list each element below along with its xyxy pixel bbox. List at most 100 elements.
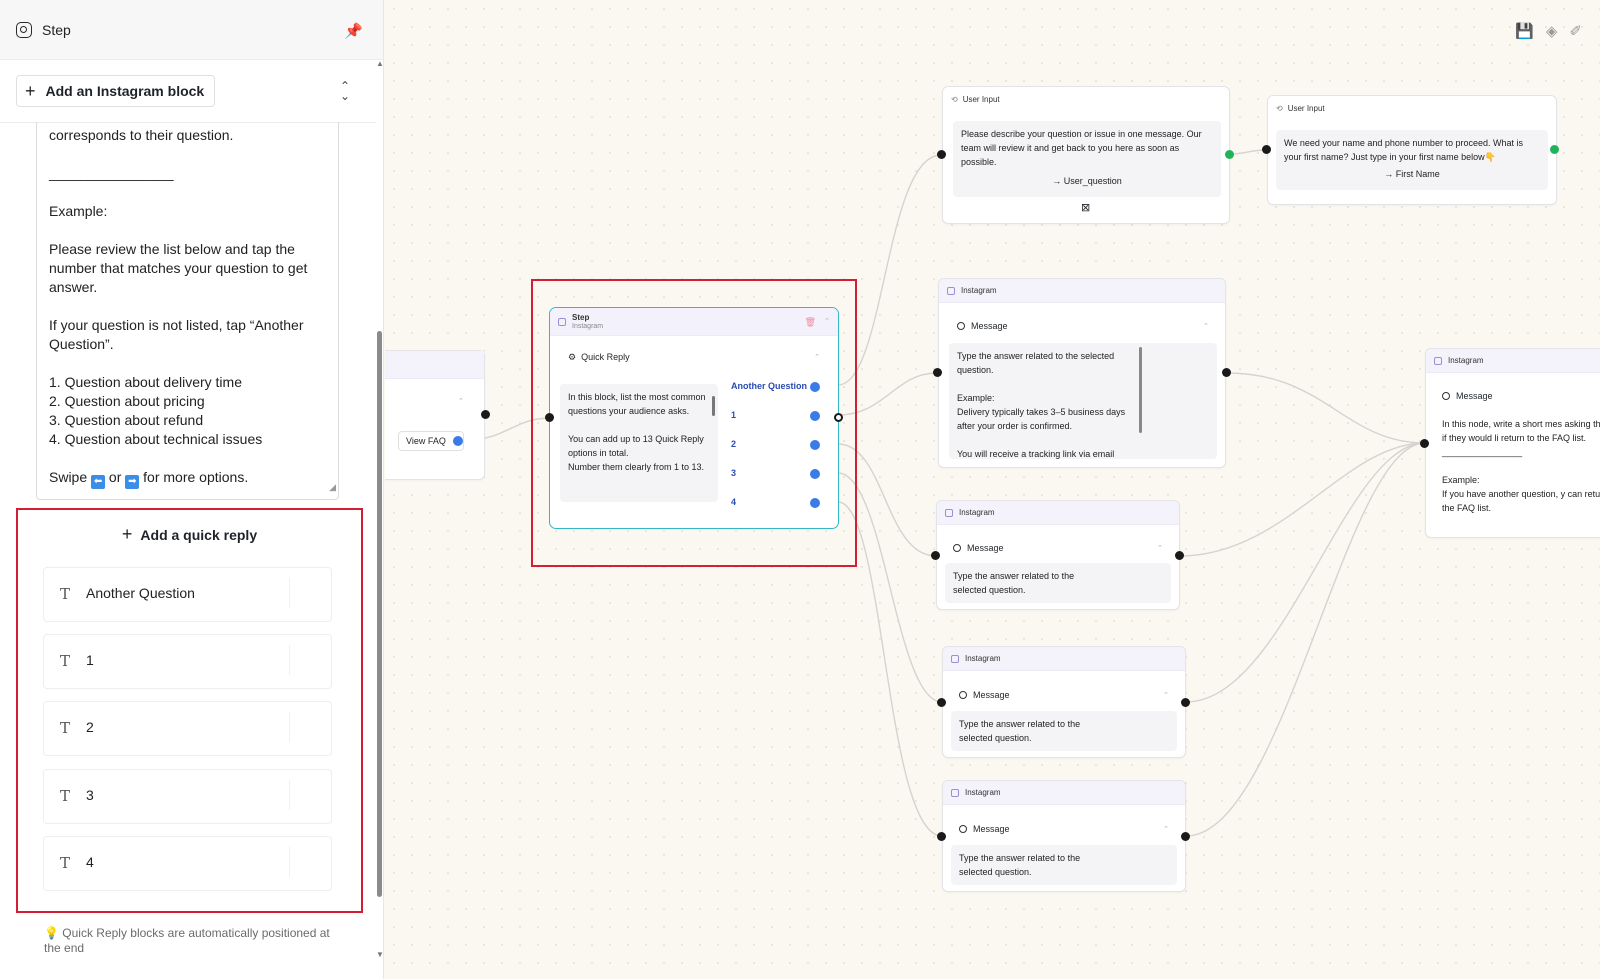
quick-reply-row[interactable]: ⚙ Quick Reply ⌃ (560, 346, 828, 368)
input-connector[interactable] (1420, 439, 1429, 448)
chevron-updown-icon[interactable]: ⌃ (824, 317, 830, 325)
user-input-node[interactable]: ⟲ User Input We need your name and phone… (1267, 95, 1557, 205)
input-connector[interactable] (933, 368, 942, 377)
user-input-icon: ⟲ (951, 94, 958, 104)
flow-canvas[interactable]: 💾 ◈ ✐ ⌃ View FAQ Step Instagram 🗑 ⌃ ⚙ Qu… (385, 0, 1600, 979)
add-block-label: Add an Instagram block (45, 83, 205, 99)
panel-scrollbar[interactable]: ▲ ▼ (376, 59, 384, 979)
chevron-updown-icon[interactable]: ⌃ (1163, 825, 1169, 833)
instagram-message-node[interactable]: Instagram Message ⌃ Type the answer rela… (942, 646, 1186, 758)
textarea-line: If your question is not listed, tap “Ano… (49, 317, 308, 352)
message-icon (953, 544, 961, 552)
textarea-line: 2. Question about pricing (49, 393, 205, 409)
reply-connector[interactable] (810, 440, 820, 450)
message-body: Type the answer related to the selected … (949, 343, 1217, 459)
reply-label: 1 (731, 410, 737, 420)
instagram-icon (947, 286, 955, 295)
textarea-line (49, 145, 326, 164)
message-body: Type the answer related to the selected … (945, 563, 1171, 603)
delete-icon[interactable]: 🗑 (805, 317, 816, 328)
input-connector[interactable] (931, 551, 940, 560)
instagram-message-node[interactable]: Instagram Message ⌃ Type the answer rela… (936, 500, 1180, 610)
output-connector[interactable] (1550, 145, 1559, 154)
message-row-label: Message (971, 321, 1008, 331)
instagram-icon (945, 508, 953, 517)
scroll-up-icon[interactable]: ▲ (376, 59, 384, 68)
chevron-updown-icon[interactable]: ⌃ (1203, 322, 1209, 330)
message-row[interactable]: Message ⌃ (945, 537, 1171, 559)
right-arrow-emoji-icon: ➡ (125, 475, 140, 489)
partial-node[interactable]: ⌃ View FAQ (385, 350, 485, 480)
instagram-message-node[interactable]: Instagram Message In this node, write a … (1425, 348, 1600, 538)
input-connector[interactable] (937, 698, 946, 707)
partial-node-header (385, 351, 484, 379)
user-input-text: We need your name and phone number to pr… (1284, 138, 1523, 162)
reply-connector[interactable] (453, 436, 463, 446)
textarea-line (49, 297, 326, 316)
output-connector[interactable] (1181, 832, 1190, 841)
step-node-instagram[interactable]: Step Instagram 🗑 ⌃ ⚙ Quick Reply ⌃ In th… (549, 307, 839, 529)
output-connector[interactable] (1222, 368, 1231, 377)
input-connector[interactable] (937, 150, 946, 159)
message-row[interactable]: Message (1434, 385, 1600, 407)
step-node-subtitle: Instagram (572, 322, 604, 330)
add-block-row: + Add an Instagram block ⌃ ⌄ (0, 61, 376, 123)
textarea-line: 1. Question about delivery time (49, 374, 242, 390)
output-connector[interactable] (1225, 150, 1234, 159)
textarea-line (49, 354, 326, 373)
input-connector[interactable] (937, 832, 946, 841)
save-icon[interactable]: 💾 (1515, 22, 1534, 40)
input-connector[interactable] (1262, 145, 1271, 154)
node-title: Instagram (965, 788, 1001, 797)
reply-label: 3 (731, 468, 737, 478)
expand-collapse-icon[interactable]: ⌃ ⌄ (340, 80, 350, 102)
message-icon (959, 691, 967, 699)
message-row[interactable]: Message ⌃ (949, 315, 1217, 337)
output-connector[interactable] (1175, 551, 1184, 560)
output-connector[interactable] (1181, 698, 1190, 707)
message-row[interactable]: Message ⌃ (951, 818, 1177, 840)
add-instagram-block-button[interactable]: + Add an Instagram block (16, 75, 216, 107)
node-title: Instagram (961, 286, 997, 295)
textarea-line: Please review the list below and tap the… (49, 241, 312, 295)
scrollbar-thumb[interactable] (377, 331, 382, 897)
textarea-line: 4. Question about technical issues (49, 431, 263, 447)
user-input-node[interactable]: ⟲ User Input Please describe your questi… (942, 86, 1230, 224)
panel-title: Step (42, 21, 71, 38)
quick-reply-row-label: Quick Reply (581, 352, 630, 362)
message-row[interactable]: Message ⌃ (951, 684, 1177, 706)
plus-icon: + (25, 80, 36, 101)
step-node-header: Step Instagram 🗑 ⌃ (550, 308, 838, 336)
reply-connector[interactable] (810, 382, 820, 392)
layers-icon[interactable]: ◈ (1546, 22, 1558, 40)
canvas-toolbar: 💾 ◈ ✐ (1515, 22, 1582, 40)
body-scrollbar[interactable] (712, 396, 715, 416)
scroll-down-icon[interactable]: ▼ (376, 950, 384, 959)
pin-icon[interactable]: 📌 (344, 22, 363, 40)
instagram-icon (951, 654, 959, 663)
variable-row: → First Name (1384, 169, 1440, 179)
instagram-message-node[interactable]: Instagram Message ⌃ Type the answer rela… (942, 780, 1186, 892)
output-connector[interactable] (834, 413, 843, 422)
close-icon[interactable]: ⊠ (1081, 201, 1090, 214)
reply-connector[interactable] (810, 469, 820, 479)
message-textarea[interactable]: corresponds to their question. _________… (36, 122, 339, 500)
output-connector[interactable] (481, 410, 490, 419)
resize-handle-icon[interactable]: ◢ (329, 478, 336, 497)
node-title: Instagram (965, 654, 1001, 663)
chevron-updown-icon[interactable]: ⌃ (1157, 544, 1163, 552)
pin-icon[interactable]: ✐ (1569, 22, 1582, 40)
body-scrollbar[interactable] (1139, 347, 1142, 433)
chevron-updown-icon[interactable]: ⌃ (458, 397, 464, 405)
user-input-body: We need your name and phone number to pr… (1276, 130, 1548, 190)
input-connector[interactable] (545, 413, 554, 422)
message-row-label: Message (973, 690, 1010, 700)
reply-connector[interactable] (810, 498, 820, 508)
user-input-header: ⟲ User Input (943, 87, 1229, 111)
chevron-updown-icon[interactable]: ⌃ (1163, 691, 1169, 699)
chevron-updown-icon[interactable]: ⌃ (814, 353, 820, 361)
reply-connector[interactable] (810, 411, 820, 421)
instagram-message-node[interactable]: Instagram Message ⌃ Type the answer rela… (938, 278, 1226, 468)
left-arrow-emoji-icon: ⬅ (91, 475, 106, 489)
swipe-text-pre: Swipe (49, 469, 88, 485)
